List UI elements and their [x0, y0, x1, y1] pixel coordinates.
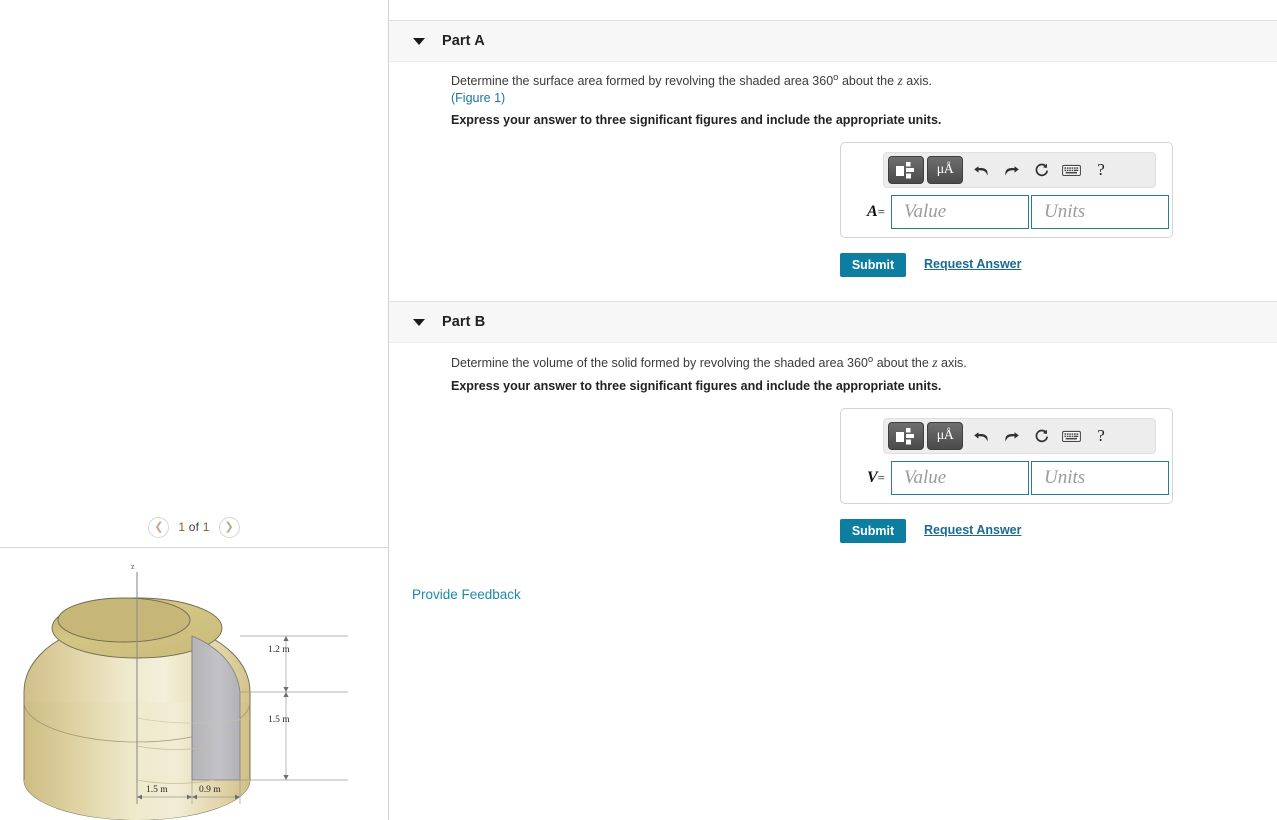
revolved-solid-diagram: z 1.2 m 1.5 m 1.5 m 0.9 m — [23, 562, 348, 820]
chevron-left-icon: ❮ — [154, 520, 164, 533]
part-b-variable: V — [866, 469, 878, 486]
pager-prev-button[interactable]: ❮ — [148, 516, 170, 538]
part-b-answer-label: V= — [851, 469, 885, 487]
figure-pager: ❮ 1 of 1 ❯ — [0, 512, 388, 542]
part-b-value-input[interactable]: Value — [891, 461, 1029, 495]
dimension-label-0-9m: 0.9 m — [199, 785, 221, 795]
redo-arrow-icon[interactable] — [999, 157, 1023, 183]
part-b-math-toolbar: μÅ ? — [883, 418, 1156, 454]
pager-total: 1 — [202, 520, 210, 534]
part-a-question: Determine the surface area formed by rev… — [451, 72, 1151, 107]
figure-1-image[interactable]: z 1.2 m 1.5 m 1.5 m 0.9 m — [0, 552, 388, 820]
keyboard-icon[interactable] — [1059, 423, 1083, 449]
help-question-icon[interactable]: ? — [1089, 157, 1113, 183]
undo-arrow-icon[interactable] — [969, 423, 993, 449]
part-b-title: Part B — [442, 314, 486, 330]
page-root: ❮ 1 of 1 ❯ z 1.2 m 1.5 m 1.5 m 0.9 m Par… — [0, 0, 1277, 820]
panel-divider — [0, 547, 388, 548]
caret-down-icon[interactable] — [413, 318, 425, 326]
pager-next-button[interactable]: ❯ — [218, 516, 240, 538]
math-template-icon[interactable] — [888, 156, 924, 184]
part-a-variable: A — [866, 203, 878, 220]
part-a-units-placeholder: Units — [1044, 201, 1086, 222]
help-question-icon[interactable]: ? — [1089, 423, 1113, 449]
part-a-value-input[interactable]: Value — [891, 195, 1029, 229]
part-b-header[interactable]: Part B — [389, 301, 1277, 343]
part-a-value-placeholder: Value — [904, 201, 947, 222]
part-b-request-answer-link[interactable]: Request Answer — [924, 523, 1021, 537]
part-a-question-text: Determine the surface area formed by rev… — [451, 74, 834, 89]
units-mu-angstrom-icon[interactable]: μÅ — [927, 422, 963, 450]
part-b-question: Determine the volume of the solid formed… — [451, 354, 1151, 372]
dimension-label-1-5m-height: 1.5 m — [268, 715, 290, 725]
part-b-units-input[interactable]: Units — [1031, 461, 1169, 495]
undo-arrow-icon[interactable] — [969, 157, 993, 183]
dimension-label-1-2m: 1.2 m — [268, 645, 290, 655]
part-a-question-end: axis. — [902, 74, 932, 89]
part-b-value-placeholder: Value — [904, 467, 947, 488]
part-a-units-input[interactable]: Units — [1031, 195, 1169, 229]
chevron-right-icon: ❯ — [224, 520, 234, 533]
keyboard-icon[interactable] — [1059, 157, 1083, 183]
part-b-question-end: axis. — [937, 356, 967, 371]
part-b-answer-box: μÅ ? V= Value Units — [840, 408, 1173, 504]
part-a-title: Part A — [442, 33, 485, 49]
part-a-request-answer-link[interactable]: Request Answer — [924, 257, 1021, 271]
part-b-answer-row: V= Value Units — [851, 461, 1169, 495]
part-a-answer-row: A= Value Units — [851, 195, 1169, 229]
dimension-label-1-5m-radius: 1.5 m — [146, 785, 168, 795]
redo-arrow-icon[interactable] — [999, 423, 1023, 449]
pager-label: 1 of 1 — [178, 520, 209, 534]
pager-of: of — [185, 520, 203, 534]
provide-feedback-link[interactable]: Provide Feedback — [412, 587, 521, 602]
reset-circular-arrow-icon[interactable] — [1029, 423, 1053, 449]
caret-down-icon[interactable] — [413, 37, 425, 45]
part-a-question-tail: about the — [838, 74, 898, 89]
part-b-equals: = — [877, 470, 885, 485]
part-b-question-tail: about the — [873, 356, 933, 371]
part-b-instruction: Express your answer to three significant… — [451, 379, 942, 393]
part-a-instruction: Express your answer to three significant… — [451, 113, 942, 127]
part-a-submit-button[interactable]: Submit — [840, 253, 906, 277]
units-mu-angstrom-icon[interactable]: μÅ — [927, 156, 963, 184]
parts-column: Part A Determine the surface area formed… — [389, 0, 1277, 820]
math-template-icon[interactable] — [888, 422, 924, 450]
part-b-units-placeholder: Units — [1044, 467, 1086, 488]
figure-1-link[interactable]: (Figure 1) — [451, 91, 505, 105]
part-b-question-text: Determine the volume of the solid formed… — [451, 356, 868, 371]
figure-panel: ❮ 1 of 1 ❯ z 1.2 m 1.5 m 1.5 m 0.9 m — [0, 0, 389, 820]
part-a-equals: = — [877, 204, 885, 219]
part-a-math-toolbar: μÅ ? — [883, 152, 1156, 188]
part-a-answer-box: μÅ ? A= Value Units — [840, 142, 1173, 238]
part-b-submit-button[interactable]: Submit — [840, 519, 906, 543]
axis-label-z: z — [131, 562, 135, 571]
reset-circular-arrow-icon[interactable] — [1029, 157, 1053, 183]
part-a-answer-label: A= — [851, 203, 885, 221]
part-a-header[interactable]: Part A — [389, 20, 1277, 62]
